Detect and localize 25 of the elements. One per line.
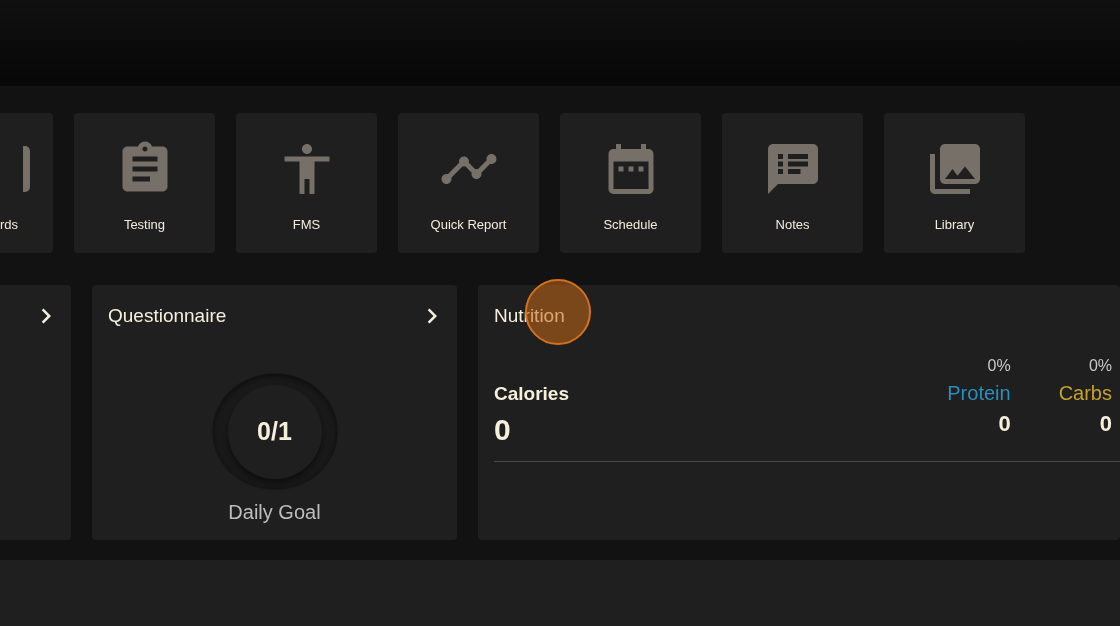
tile-label: rds (0, 217, 18, 232)
tile-label: Schedule (603, 217, 658, 232)
menu-tile[interactable]: Quick Report (398, 113, 539, 253)
calories-label: Calories (494, 383, 569, 405)
card-title: Questionnaire (108, 305, 227, 327)
tile-label: Library (934, 217, 975, 232)
tile-label: Quick Report (430, 217, 507, 232)
menu-tile[interactable]: rds (0, 113, 53, 253)
macro-name: Protein (947, 382, 1011, 405)
progress-count: 0/1 (257, 417, 292, 446)
menu-tile[interactable]: FMS (236, 113, 377, 253)
menu-tile[interactable]: Schedule (560, 113, 701, 253)
macro-percent: 0% (987, 357, 1011, 375)
macro-percent: 0% (1088, 357, 1112, 375)
goal-caption: Daily Goal (228, 501, 321, 524)
tile-label: Notes (775, 217, 810, 232)
tile-label: FMS (292, 217, 321, 232)
menu-tile[interactable]: Library (884, 113, 1025, 253)
calories-value: 0 (494, 413, 512, 447)
macro-value: 0 (1099, 411, 1112, 437)
macro-value: 0 (998, 411, 1011, 437)
tile-label: Testing (123, 217, 166, 232)
menu-tile[interactable]: Testing (74, 113, 215, 253)
menu-tile[interactable]: Notes (722, 113, 863, 253)
macro-name: Carbs (1058, 382, 1112, 405)
